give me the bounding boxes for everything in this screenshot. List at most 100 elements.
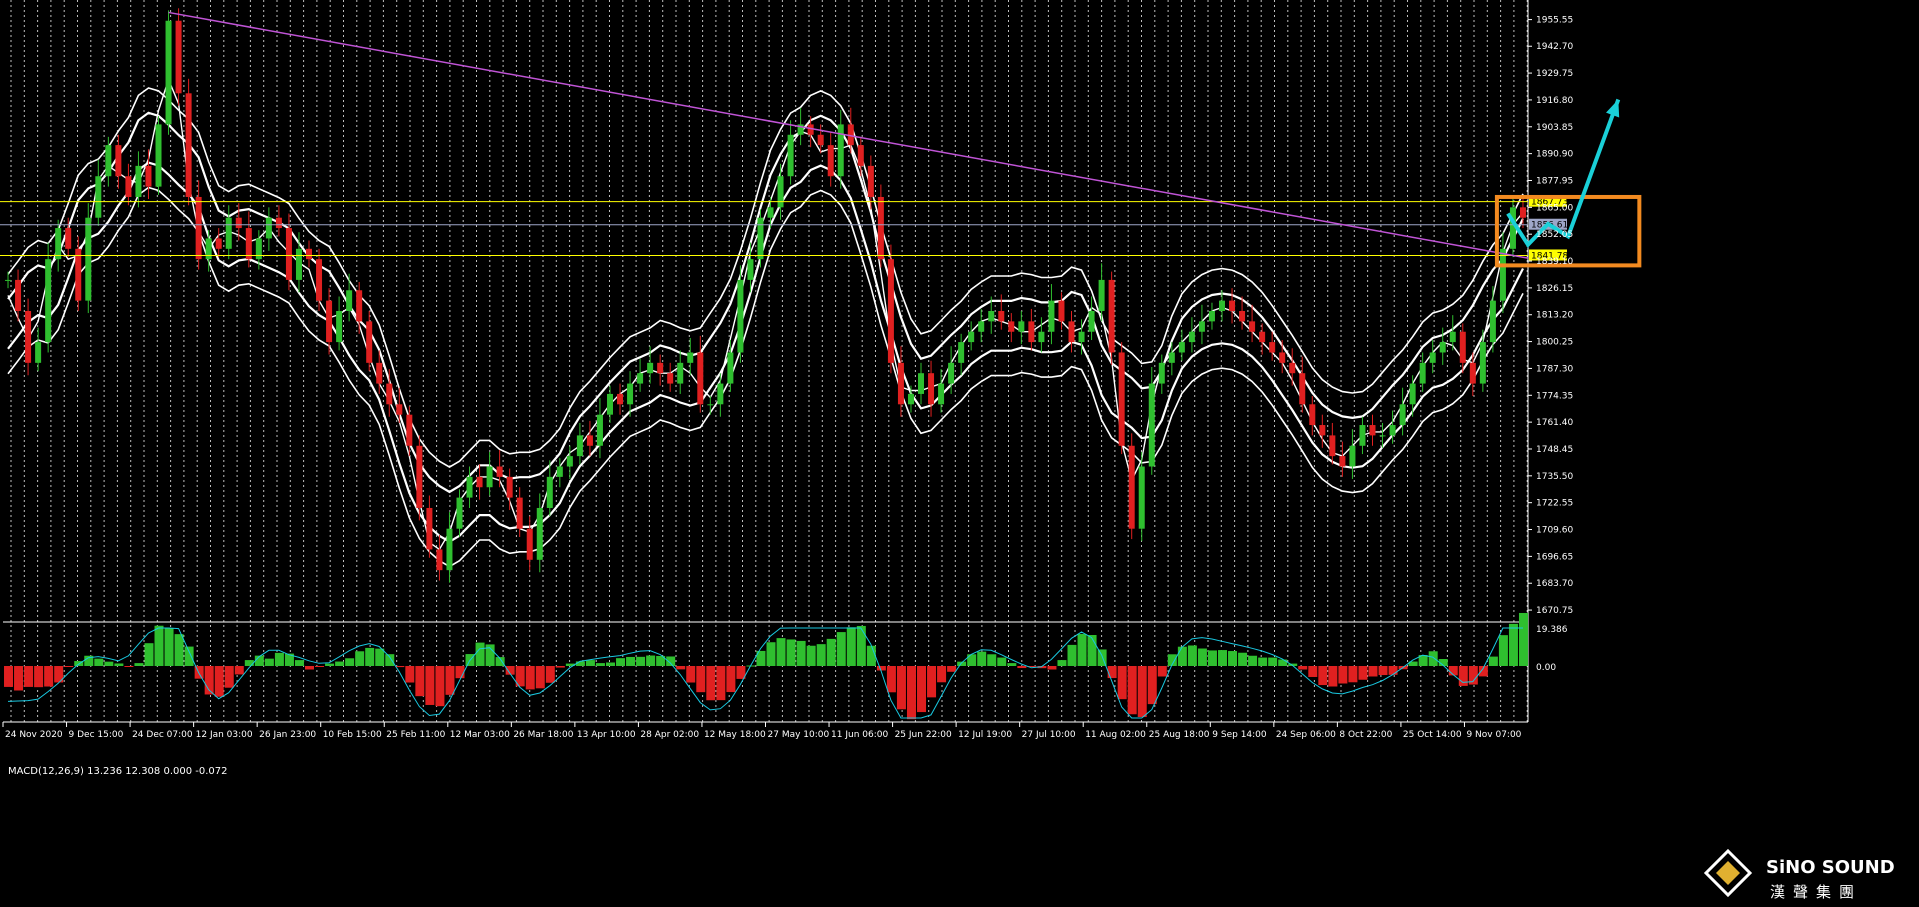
x-tick-label: 11 Jun 06:00 bbox=[831, 730, 888, 740]
x-tick-label: 27 Jul 10:00 bbox=[1022, 730, 1076, 740]
candle-body bbox=[366, 321, 373, 363]
macd-histogram-bar bbox=[1368, 666, 1378, 677]
candle-body bbox=[165, 20, 172, 125]
candle-body bbox=[386, 383, 393, 405]
candle-body bbox=[105, 145, 112, 177]
macd-histogram-bar bbox=[927, 666, 937, 698]
candle-body bbox=[1409, 383, 1416, 405]
candle-body bbox=[667, 373, 674, 384]
y-tick-label: 1942.70 bbox=[1536, 42, 1573, 52]
x-tick-label: 25 Feb 11:00 bbox=[386, 730, 445, 740]
candle-body bbox=[827, 145, 834, 177]
x-tick-label: 12 Jan 03:00 bbox=[196, 730, 253, 740]
y-tick-label: 1722.55 bbox=[1536, 499, 1573, 509]
macd-histogram-bar bbox=[535, 666, 545, 689]
candle-body bbox=[1148, 383, 1155, 467]
candle-body bbox=[576, 435, 583, 457]
candle-body bbox=[35, 342, 42, 363]
candle-body bbox=[1389, 425, 1396, 436]
candle-body bbox=[1319, 425, 1326, 436]
macd-histogram-bar bbox=[816, 644, 826, 666]
candle-body bbox=[155, 124, 162, 187]
macd-histogram-bar bbox=[836, 632, 846, 666]
candle-body bbox=[476, 476, 483, 488]
candle-body bbox=[1449, 331, 1456, 343]
x-tick-label: 9 Sep 14:00 bbox=[1212, 730, 1267, 740]
macd-histogram-bar bbox=[987, 654, 997, 666]
y-tick-label: 1955.55 bbox=[1536, 16, 1573, 26]
price-chart: 1867.731856.611841.78 MACD(12,26,9) 13.2… bbox=[0, 0, 1642, 777]
candle-body bbox=[647, 362, 654, 374]
macd-histogram-bar bbox=[636, 656, 646, 666]
candle-body bbox=[1369, 425, 1376, 436]
candle-body bbox=[396, 404, 403, 415]
resistance-trendline bbox=[168, 11, 1529, 259]
macd-histogram-bar bbox=[846, 627, 856, 666]
macd-histogram-bar bbox=[274, 652, 284, 666]
candle-body bbox=[1279, 352, 1286, 363]
x-tick-label: 9 Nov 07:00 bbox=[1466, 730, 1521, 740]
macd-histogram-bar bbox=[977, 651, 987, 666]
x-tick-label: 8 Oct 22:00 bbox=[1339, 730, 1392, 740]
y-tick-label: 1916.80 bbox=[1536, 96, 1573, 106]
x-tick-label: 26 Jan 23:00 bbox=[259, 730, 316, 740]
macd-histogram-bar bbox=[244, 660, 254, 666]
candle-body bbox=[55, 228, 62, 260]
macd-histogram-bar bbox=[1217, 650, 1227, 666]
macd-histogram-bar bbox=[896, 666, 906, 710]
macd-histogram-bar bbox=[1508, 623, 1518, 666]
macd-histogram-bar bbox=[415, 666, 425, 697]
candle-body bbox=[948, 362, 955, 384]
candle-body bbox=[195, 196, 202, 260]
macd-histogram-bar bbox=[716, 666, 726, 701]
macd-histogram-bar bbox=[1358, 666, 1368, 680]
macd-histogram-bar bbox=[1228, 651, 1238, 666]
x-tick-label: 12 Mar 03:00 bbox=[450, 730, 510, 740]
macd-histogram-bar bbox=[134, 663, 144, 666]
candle-body bbox=[767, 207, 774, 218]
horizontal-levels: 1867.731856.611841.78 bbox=[0, 195, 1568, 261]
candle-body bbox=[275, 217, 282, 229]
macd-histogram-bar bbox=[1107, 666, 1117, 679]
candle-body bbox=[1329, 435, 1336, 457]
macd-histogram-bar bbox=[184, 646, 194, 666]
macd-histogram-bar bbox=[706, 666, 716, 701]
candle-body bbox=[235, 217, 242, 229]
candle-body bbox=[1479, 342, 1486, 384]
x-tick-label: 25 Jun 22:00 bbox=[895, 730, 952, 740]
candle-body bbox=[907, 393, 914, 405]
y-tick-label: 1774.35 bbox=[1536, 391, 1573, 401]
candle-body bbox=[928, 373, 935, 405]
macd-histogram-bar bbox=[335, 661, 345, 666]
candle-body bbox=[1419, 362, 1426, 384]
candle-body bbox=[887, 259, 894, 363]
svg-text:SiNO SOUND: SiNO SOUND bbox=[1766, 857, 1895, 878]
candle-body bbox=[436, 549, 443, 571]
candle-body bbox=[75, 248, 82, 301]
macd-histogram-bar bbox=[917, 666, 927, 713]
candle-body bbox=[526, 528, 533, 560]
y-tick-label: 1787.30 bbox=[1536, 364, 1573, 374]
macd-histogram-bar bbox=[1308, 666, 1318, 677]
macd-histogram-bar bbox=[1047, 666, 1057, 670]
macd-histogram-bar bbox=[1077, 633, 1087, 666]
candle-body bbox=[1048, 300, 1055, 332]
candle-body bbox=[115, 145, 122, 177]
candle-body bbox=[486, 466, 493, 488]
macd-histogram-bar bbox=[686, 666, 696, 683]
envelope-band-line bbox=[7, 87, 1524, 469]
macd-histogram-bar bbox=[345, 658, 355, 666]
x-tick-label: 27 May 10:00 bbox=[768, 730, 830, 740]
macd-histogram-bar bbox=[1268, 657, 1278, 666]
macd-histogram-bar bbox=[1248, 655, 1258, 666]
macd-histogram-bar bbox=[14, 666, 24, 691]
x-tick-label: 25 Oct 14:00 bbox=[1403, 730, 1462, 740]
x-tick-label: 24 Sep 06:00 bbox=[1276, 730, 1336, 740]
macd-histogram-bar bbox=[616, 658, 626, 666]
macd-histogram-bar bbox=[555, 666, 565, 668]
candle-body bbox=[627, 383, 634, 405]
candle-body bbox=[697, 352, 704, 405]
candle-body bbox=[1439, 342, 1446, 353]
candle-body bbox=[897, 362, 904, 405]
macd-histogram-bar bbox=[445, 666, 455, 695]
